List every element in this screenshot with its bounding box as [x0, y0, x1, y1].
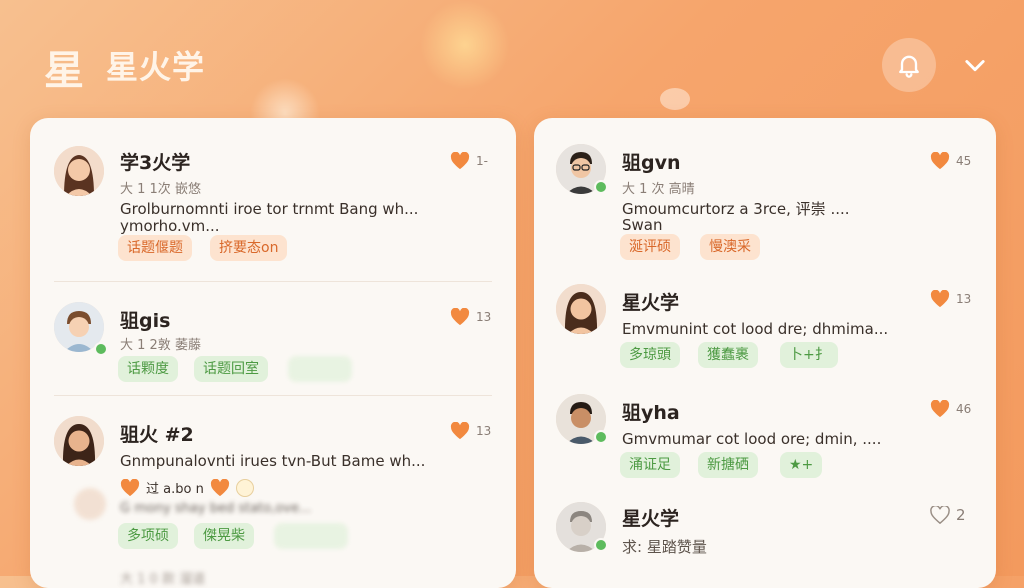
- topic-tag[interactable]: 傑晃柴: [194, 523, 254, 549]
- feed-post[interactable]: 大 1 0 款 溜道: [30, 558, 516, 588]
- chevron-down-icon: [965, 60, 985, 72]
- topic-tag[interactable]: 涎评硕: [620, 234, 680, 260]
- app-title: 星火学: [106, 48, 206, 86]
- post-content: Gmvmumar cot lood ore; dmin, ....: [622, 430, 882, 448]
- topic-tag[interactable]: 卜+扌: [780, 342, 838, 368]
- topic-tag: [274, 523, 348, 549]
- post-content: Grolburnomnti iroe tor trnmt Bang wh...: [120, 200, 419, 218]
- feed-post[interactable]: 驵火 #2 Gnmpunalovnti irues tvn-But Bame w…: [30, 396, 516, 556]
- heart-icon: [120, 478, 140, 496]
- topic-tag[interactable]: 獲蠢裹: [698, 342, 758, 368]
- app-header: 星 星火学: [0, 0, 1024, 110]
- topic-tag[interactable]: 新搪硒: [698, 452, 758, 478]
- feed-post[interactable]: 驵gis 大 1 2敦 萎藤 话颗度 话题回室 13: [30, 282, 516, 392]
- notification-button[interactable]: [882, 38, 936, 92]
- post-content: Emvmunint cot lood dre; dhmima...: [622, 320, 889, 338]
- topic-tag[interactable]: 多项硕: [118, 523, 178, 549]
- reaction-chip[interactable]: 过 a.bo n: [120, 478, 254, 497]
- topic-tag[interactable]: ★+: [780, 452, 823, 478]
- like-button[interactable]: 13: [930, 290, 971, 308]
- post-author[interactable]: 驵yha: [622, 398, 680, 425]
- online-indicator: [94, 342, 108, 356]
- like-button[interactable]: 13: [450, 422, 491, 440]
- feed-post[interactable]: 驵gvn 大 1 次 高晴 Gmoumcurtorz a 3rce, 评崇 ..…: [534, 118, 996, 268]
- post-content: G mony shay bed stato,ove...: [120, 501, 312, 516]
- topic-tag[interactable]: 话颗度: [118, 356, 178, 382]
- post-meta: 求: 星踏赞量: [622, 538, 707, 556]
- avatar[interactable]: [54, 416, 104, 466]
- like-count: 2: [956, 506, 966, 524]
- topic-tag[interactable]: 多琼頭: [620, 342, 680, 368]
- post-author[interactable]: 星火学: [622, 504, 679, 531]
- topic-tag: [288, 356, 352, 382]
- post-author[interactable]: 学3火学: [120, 148, 190, 175]
- post-author[interactable]: 驵gis: [120, 306, 170, 333]
- heart-icon: [930, 400, 950, 418]
- post-author[interactable]: 星火学: [622, 288, 679, 315]
- post-meta: 大 1 2敦 萎藤: [120, 338, 201, 353]
- like-count: 13: [956, 292, 972, 306]
- heart-icon: [930, 152, 950, 170]
- feed-post[interactable]: 驵yha Gmvmumar cot lood ore; dmin, .... 涌…: [534, 378, 996, 488]
- heart-icon: [210, 478, 229, 496]
- right-feed-panel: 驵gvn 大 1 次 高晴 Gmoumcurtorz a 3rce, 评崇 ..…: [534, 118, 996, 588]
- topic-tag[interactable]: 话题偃题: [118, 235, 192, 261]
- like-count: 13: [476, 310, 492, 324]
- app-logo: 星: [44, 48, 84, 94]
- feed-post[interactable]: 学3火学 大 1 1次 嵌悠 Grolburnomnti iroe tor tr…: [30, 118, 516, 278]
- post-content: Gnmpunalovnti irues tvn-But Bame wh...: [120, 452, 426, 470]
- like-button[interactable]: 45: [930, 152, 971, 170]
- post-meta: 大 1 1次 嵌悠: [120, 182, 201, 197]
- reaction-label: 过 a.bo n: [146, 482, 204, 497]
- heart-outline-icon: [930, 506, 950, 524]
- post-meta: 大 1 次 高晴: [622, 182, 695, 197]
- like-button[interactable]: 13: [450, 308, 491, 326]
- topic-tag[interactable]: 慢澳采: [700, 234, 760, 260]
- post-author[interactable]: 驵gvn: [622, 148, 681, 175]
- post-content: Swan: [622, 216, 663, 234]
- like-count: 1-: [476, 154, 488, 168]
- emoji-icon: [235, 478, 254, 497]
- like-count: 45: [956, 154, 972, 168]
- post-meta: 大 1 0 款 溜道: [120, 572, 206, 587]
- avatar: [74, 488, 106, 520]
- heart-icon: [450, 152, 470, 170]
- topic-tag[interactable]: 挤要态on: [210, 235, 288, 261]
- like-button[interactable]: 2: [930, 506, 966, 524]
- like-count: 13: [476, 424, 492, 438]
- post-content: ymorho.vm...: [120, 217, 220, 235]
- post-author[interactable]: 驵火 #2: [120, 420, 194, 447]
- dropdown-button[interactable]: [958, 48, 992, 82]
- online-indicator: [594, 180, 608, 194]
- online-indicator: [594, 538, 608, 552]
- heart-icon: [450, 308, 470, 326]
- like-button[interactable]: 1-: [450, 152, 488, 170]
- topic-tag[interactable]: 涌证足: [620, 452, 680, 478]
- avatar[interactable]: [556, 284, 606, 334]
- heart-icon: [450, 422, 470, 440]
- like-button[interactable]: 46: [930, 400, 971, 418]
- bell-icon: [899, 55, 919, 78]
- feed-post[interactable]: 星火学 求: 星踏赞量 2: [534, 488, 996, 588]
- heart-icon: [930, 290, 950, 308]
- topic-tag[interactable]: 话题回室: [194, 356, 268, 382]
- feed-post[interactable]: 星火学 Emvmunint cot lood dre; dhmima... 多琼…: [534, 268, 996, 378]
- left-feed-panel: 学3火学 大 1 1次 嵌悠 Grolburnomnti iroe tor tr…: [30, 118, 516, 588]
- online-indicator: [594, 430, 608, 444]
- avatar[interactable]: [54, 146, 104, 196]
- like-count: 46: [956, 402, 972, 416]
